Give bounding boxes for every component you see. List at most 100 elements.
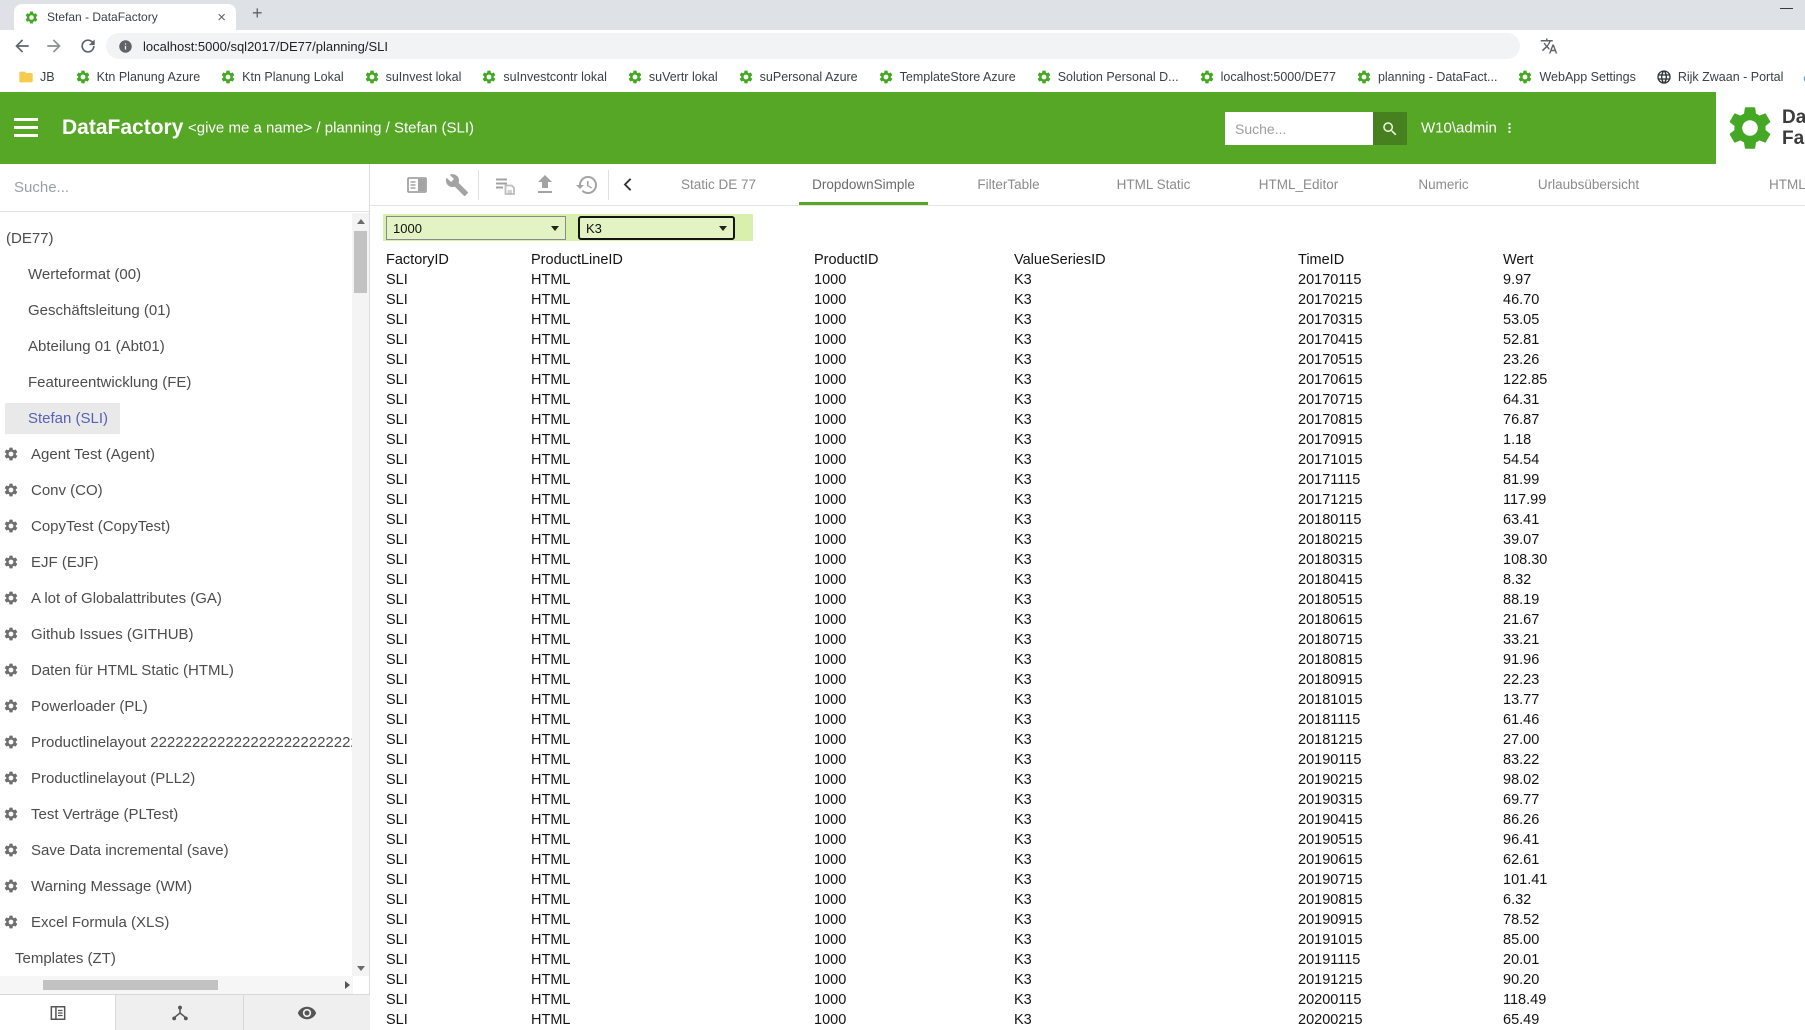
upload-icon[interactable] [533, 173, 557, 197]
column-header: ValueSeriesID [1014, 250, 1298, 270]
tree-item[interactable]: Warning Message (WM) [0, 868, 352, 904]
search-button[interactable] [1373, 112, 1407, 145]
report-icon[interactable] [405, 173, 429, 197]
cell-factoryid: SLI [386, 390, 531, 410]
tree-item[interactable]: Templates (ZT) [0, 940, 352, 976]
header-search-input[interactable] [1225, 112, 1373, 145]
new-tab-button[interactable]: + [252, 3, 263, 24]
filter-dropdown[interactable]: K3 [578, 216, 735, 240]
cell-valueseriesid: K3 [1014, 390, 1298, 410]
reload-icon[interactable] [78, 36, 98, 56]
cell-valueseriesid: K3 [1014, 450, 1298, 470]
tabs-scroll-left-chevron-icon[interactable] [620, 176, 637, 193]
cell-productid: 1000 [814, 870, 1014, 890]
scroll-right-icon[interactable] [345, 981, 350, 989]
tree-item[interactable]: Werteformat (00) [0, 256, 352, 292]
tree-item[interactable]: A lot of Globalattributes (GA) [0, 580, 352, 616]
tree-item[interactable]: Excel Formula (XLS) [0, 904, 352, 940]
tree-item[interactable]: Productlinelayout 2222222222222222222222… [0, 724, 352, 760]
kebab-menu-icon[interactable] [1503, 117, 1516, 139]
tree-item[interactable]: Conv (CO) [0, 472, 352, 508]
bookmark-item[interactable]: Ktn Planung Lokal [210, 62, 353, 92]
breadcrumb[interactable]: <give me a name> / planning / Stefan (SL… [188, 120, 474, 137]
bookmark-item[interactable]: suInvest lokal [354, 62, 472, 92]
tree-item[interactable]: Stefan (SLI) [0, 400, 352, 436]
browser-tab[interactable]: Stefan - DataFactory × [14, 4, 236, 30]
bookmark-item[interactable]: suVertr lokal [617, 62, 728, 92]
table-row: SLI HTML 1000 K3 20170815 76.87 [386, 410, 1805, 430]
sidebar-search-input[interactable] [0, 179, 369, 196]
report-tab[interactable]: DropdownSimple [791, 164, 936, 205]
report-tab[interactable]: FilterTable [936, 164, 1081, 205]
gear-icon [3, 770, 19, 786]
tree-item[interactable]: Geschäftsleitung (01) [0, 292, 352, 328]
eye-icon [297, 1003, 317, 1023]
vertical-scroll-thumb[interactable] [354, 231, 367, 293]
tree-item[interactable]: Save Data incremental (save) [0, 832, 352, 868]
tree-item[interactable]: Test Verträge (PLTest) [0, 796, 352, 832]
sidebar-bottom-tab[interactable] [0, 995, 116, 1030]
tree-item[interactable]: Daten für HTML Static (HTML) [0, 652, 352, 688]
cell-productid: 1000 [814, 990, 1014, 1010]
address-bar[interactable]: localhost:5000/sql2017/DE77/planning/SLI [106, 33, 1520, 59]
site-info-icon[interactable] [118, 39, 133, 54]
bookmark-item[interactable]: Solution Personal D... [1026, 62, 1189, 92]
report-tab[interactable]: HTML Static [1081, 164, 1226, 205]
wrench-icon[interactable] [445, 173, 469, 197]
table-row: SLI HTML 1000 K3 20170415 52.81 [386, 330, 1805, 350]
report-tab[interactable]: Urlaubsübersicht [1516, 164, 1661, 205]
bookmark-item[interactable]: JB [8, 62, 65, 92]
report-tab[interactable]: HTML Sta [1661, 164, 1805, 205]
history-icon[interactable] [575, 173, 599, 197]
tab-close-icon[interactable]: × [217, 10, 226, 25]
tree-horizontal-scrollbar[interactable] [0, 976, 353, 994]
bookmark-item[interactable]: suInvestcontr lokal [471, 62, 617, 92]
gear-icon [1036, 69, 1052, 85]
cell-valueseriesid: K3 [1014, 510, 1298, 530]
cell-wert: 54.54 [1503, 450, 1623, 470]
report-tab[interactable]: Numeric [1371, 164, 1516, 205]
hamburger-menu-icon[interactable] [14, 118, 38, 137]
tree-item[interactable]: Abteilung 01 (Abt01) [0, 328, 352, 364]
save-list-icon[interactable] [493, 173, 517, 197]
tree-item[interactable]: Github Issues (GITHUB) [0, 616, 352, 652]
bookmark-item[interactable]: TemplateStore Azure [868, 62, 1026, 92]
horizontal-scroll-thumb[interactable] [43, 980, 218, 990]
bookmark-item[interactable]: Ktn Planung Azure [65, 62, 211, 92]
cell-productid: 1000 [814, 550, 1014, 570]
translate-icon[interactable] [1540, 37, 1558, 55]
bookmark-item[interactable]: Rijk Zwaan - Portal [1646, 62, 1794, 92]
cell-factoryid: SLI [386, 810, 531, 830]
report-tab[interactable]: HTML_Editor [1226, 164, 1371, 205]
bookmark-item[interactable]: planning - DataFact... [1346, 62, 1508, 92]
user-name[interactable]: W10\admin [1421, 120, 1497, 137]
tree-item[interactable]: Featureentwicklung (FE) [0, 364, 352, 400]
forward-icon[interactable] [44, 36, 64, 56]
cell-wert: 21.67 [1503, 610, 1623, 630]
tree-item[interactable]: Powerloader (PL) [0, 688, 352, 724]
cell-timeid: 20171015 [1298, 450, 1503, 470]
tree-item[interactable]: EJF (EJF) [0, 544, 352, 580]
cell-productid: 1000 [814, 850, 1014, 870]
cell-factoryid: SLI [386, 550, 531, 570]
window-minimize-button[interactable]: — [1780, 0, 1793, 15]
tree-item[interactable]: CopyTest (CopyTest) [0, 508, 352, 544]
bookmark-item[interactable]: WebApp Settings [1507, 62, 1645, 92]
filter-dropdown[interactable]: 1000 [386, 216, 566, 240]
cell-timeid: 20170415 [1298, 330, 1503, 350]
scroll-up-icon[interactable] [352, 213, 369, 229]
tree-item[interactable]: Productlinelayout (PLL2) [0, 760, 352, 796]
sidebar-bottom-tab[interactable] [116, 995, 244, 1030]
tree-item[interactable]: Agent Test (Agent) [0, 436, 352, 472]
tree-item[interactable]: (DE77) [0, 220, 352, 256]
sidebar-bottom-tab[interactable] [244, 995, 369, 1030]
scroll-down-icon[interactable] [352, 960, 369, 976]
bookmark-item[interactable]: window.print + o [1793, 62, 1805, 92]
tree-vertical-scrollbar[interactable] [352, 213, 369, 976]
back-icon[interactable] [12, 36, 32, 56]
bookmark-item[interactable]: localhost:5000/DE77 [1189, 62, 1346, 92]
bookmark-item[interactable]: suPersonal Azure [728, 62, 868, 92]
report-tab[interactable]: Static DE 77 [646, 164, 791, 205]
cell-valueseriesid: K3 [1014, 470, 1298, 490]
hierarchy-icon [170, 1003, 190, 1023]
